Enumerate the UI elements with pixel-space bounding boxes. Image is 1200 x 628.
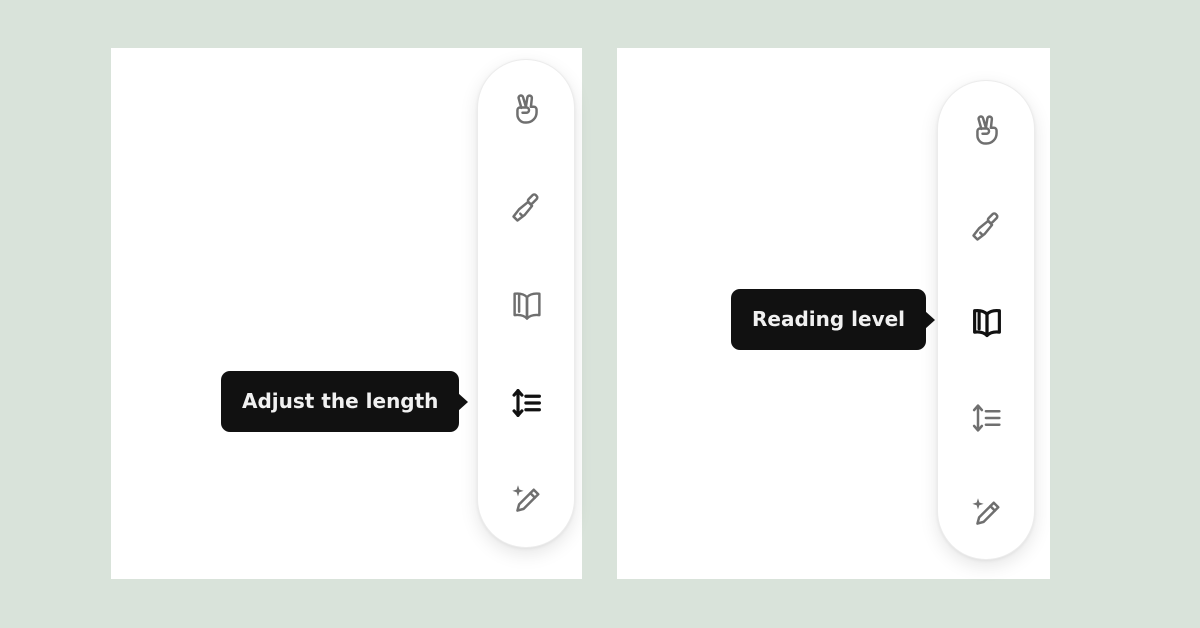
emoji-tool-button[interactable]	[962, 105, 1012, 155]
paintbrush-icon	[972, 212, 999, 241]
peace-hand-icon	[976, 115, 998, 145]
tooltip-adjust-length: Adjust the length	[221, 371, 469, 432]
sparkle-pencil-icon	[972, 498, 1000, 525]
style-tool-button[interactable]	[502, 182, 552, 232]
adjust-length-tool-button[interactable]	[962, 393, 1012, 443]
adjust-length-tool-button[interactable]	[502, 378, 552, 428]
paintbrush-icon	[512, 193, 539, 222]
edit-suggestions-tool-button[interactable]	[502, 476, 552, 526]
adjust-length-icon	[512, 389, 541, 417]
preview-panel-right: Reading level	[617, 48, 1050, 579]
reading-level-tool-button[interactable]	[502, 280, 552, 330]
peace-hand-icon	[516, 94, 538, 124]
open-book-icon	[973, 308, 1001, 338]
adjust-length-icon	[972, 404, 1001, 432]
open-book-icon	[513, 292, 541, 320]
writing-tools-toolbar	[477, 59, 575, 548]
edit-suggestions-tool-button[interactable]	[962, 489, 1012, 539]
writing-tools-toolbar	[937, 80, 1035, 560]
reading-level-tool-button[interactable]	[962, 297, 1012, 347]
preview-panel-left: Adjust the length	[111, 48, 582, 579]
tooltip-reading-level: Reading level	[731, 289, 936, 350]
sparkle-pencil-icon	[512, 485, 540, 512]
emoji-tool-button[interactable]	[502, 84, 552, 134]
style-tool-button[interactable]	[962, 201, 1012, 251]
